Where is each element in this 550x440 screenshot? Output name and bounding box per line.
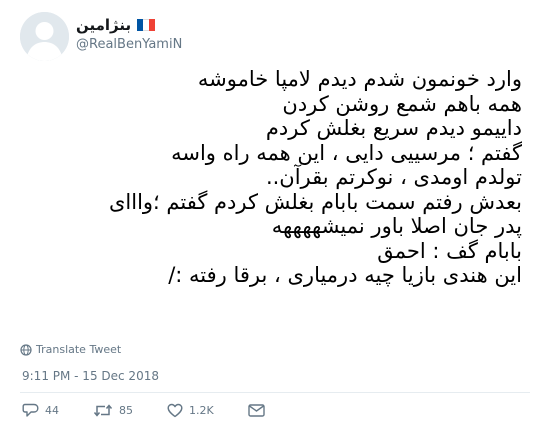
divider [20, 392, 530, 393]
author-info: بنژامین @RealBenYamiN [76, 14, 182, 52]
like-count: 1.2K [189, 404, 214, 417]
default-avatar-icon [20, 12, 69, 61]
tweet-line: داییمو دیدم سریع بغلش کردم [265, 116, 522, 140]
tweet-text: وارد خونمون شدم دیدم لامپا خاموشه همه با… [22, 67, 522, 288]
tweet-line: بعدش رفتم سمت بابام بغلش کردم گفتم ؛وااا… [108, 189, 522, 214]
direct-message-button[interactable] [248, 404, 265, 417]
like-button[interactable]: 1.2K [167, 403, 214, 418]
envelope-icon [248, 404, 265, 417]
translate-tweet-label: Translate Tweet [36, 343, 122, 356]
retweet-button[interactable]: 85 [93, 403, 133, 418]
heart-icon [167, 403, 183, 418]
reply-count: 44 [45, 404, 59, 417]
retweet-count: 85 [119, 404, 133, 417]
tweet-line: بابام گف : احمق [377, 238, 522, 263]
reply-icon [22, 403, 39, 417]
tweet-line: تولدم اومدی ، نوکرتم بقرآن.. [265, 165, 522, 189]
author-handle[interactable]: @RealBenYamiN [76, 37, 182, 52]
tweet-line: پدر جان اصلا باور نمیشههههه [271, 214, 522, 238]
tweet-line: گفتم ؛ مرسییی دایی ، این همه راه واسه [171, 140, 522, 165]
france-flag-icon [137, 19, 156, 31]
tweet-header: بنژامین @RealBenYamiN [20, 12, 530, 62]
tweet-line: همه باهم شمع روشن کردن [282, 91, 522, 116]
tweet-timestamp[interactable]: 9:11 PM - 15 Dec 2018 [22, 369, 159, 383]
tweet-actions: 44 85 1.2K [22, 403, 299, 418]
reply-button[interactable]: 44 [22, 403, 59, 418]
globe-icon [20, 343, 32, 356]
retweet-icon [93, 404, 113, 417]
tweet-line: وارد خونمون شدم دیدم لامپا خاموشه [197, 67, 522, 91]
avatar[interactable] [20, 12, 69, 61]
author-display-name[interactable]: بنژامین [76, 16, 131, 34]
translate-tweet-link[interactable]: Translate Tweet [20, 343, 121, 356]
tweet-line: این هندی بازیا چیه درمیاری ، برقا رفته :… [168, 263, 522, 287]
